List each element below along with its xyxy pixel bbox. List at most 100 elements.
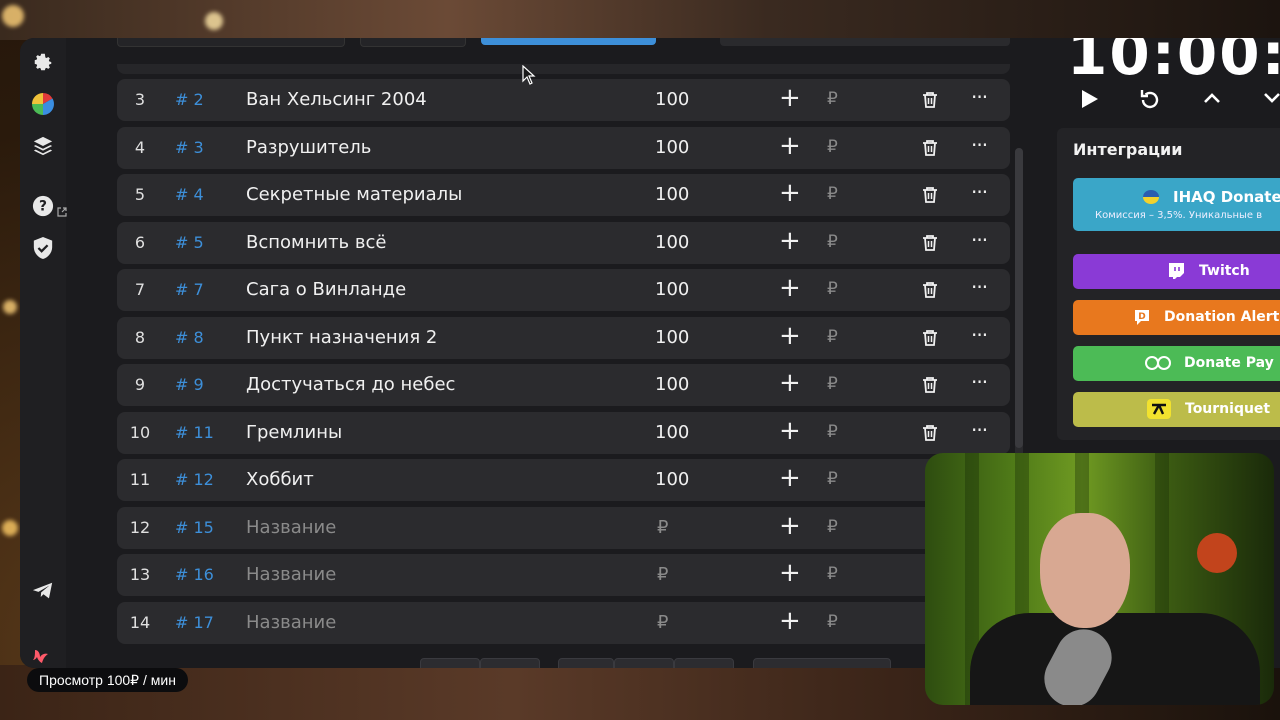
currency-input[interactable]: ₽ <box>827 279 838 299</box>
pie-chart-icon[interactable] <box>30 91 56 117</box>
bottom-toolbar-button[interactable] <box>753 658 891 668</box>
more-options-icon[interactable]: ··· <box>971 180 988 204</box>
integration-donate-pay[interactable]: Donate Pay <box>1073 346 1280 381</box>
add-amount-button[interactable]: + <box>779 228 801 254</box>
toolbar-field[interactable] <box>117 38 345 47</box>
add-amount-button[interactable]: + <box>779 418 801 444</box>
currency-input[interactable]: ₽ <box>827 374 838 394</box>
lot-amount-placeholder[interactable]: ₽ <box>657 564 668 585</box>
bottom-toolbar-button[interactable] <box>614 658 674 668</box>
currency-input[interactable]: ₽ <box>827 564 838 584</box>
shield-check-icon[interactable] <box>30 235 56 261</box>
lot-title[interactable]: Гремлины <box>246 422 342 443</box>
lot-title[interactable]: Ван Хельсинг 2004 <box>246 89 427 110</box>
gear-icon[interactable] <box>30 49 56 75</box>
currency-input[interactable]: ₽ <box>827 184 838 204</box>
trash-icon[interactable] <box>921 234 939 252</box>
add-amount-button[interactable]: + <box>779 275 801 301</box>
lot-amount[interactable]: 100 <box>655 279 689 300</box>
lot-title[interactable]: Достучаться до небес <box>246 374 455 395</box>
integration-ihaq-donate[interactable]: IHAQ Donate Комиссия – 3,5%. Уникальные … <box>1073 178 1280 231</box>
currency-input[interactable]: ₽ <box>827 469 838 489</box>
add-amount-button[interactable]: + <box>779 85 801 111</box>
lot-row: 10 # 11 Гремлины 100 + ₽ ··· <box>117 411 1010 454</box>
lot-amount[interactable]: 100 <box>655 469 689 490</box>
currency-input[interactable]: ₽ <box>827 612 838 632</box>
trash-icon[interactable] <box>921 281 939 299</box>
chevron-down-icon[interactable] <box>1262 88 1280 114</box>
lot-title[interactable]: Вспомнить всё <box>246 232 386 253</box>
more-options-icon[interactable]: ··· <box>971 228 988 252</box>
lot-amount-placeholder[interactable]: ₽ <box>657 612 668 633</box>
bottom-toolbar-button[interactable] <box>558 658 614 668</box>
lot-amount[interactable]: 100 <box>655 232 689 253</box>
lot-amount[interactable]: 100 <box>655 184 689 205</box>
trash-icon[interactable] <box>921 91 939 109</box>
integration-twitch[interactable]: Twitch <box>1073 254 1280 289</box>
lot-title[interactable]: Секретные материалы <box>246 184 462 205</box>
add-amount-button[interactable]: + <box>779 608 801 634</box>
more-options-icon[interactable]: ··· <box>971 370 988 394</box>
lot-amount-placeholder[interactable]: ₽ <box>657 517 668 538</box>
toolbar-primary-button[interactable] <box>481 38 656 45</box>
add-amount-button[interactable]: + <box>779 370 801 396</box>
more-options-icon[interactable]: ··· <box>971 275 988 299</box>
scrollbar-thumb[interactable] <box>1015 148 1023 448</box>
lot-amount[interactable]: 100 <box>655 137 689 158</box>
more-options-icon[interactable]: ··· <box>971 85 988 109</box>
lot-title[interactable]: Название <box>246 564 336 585</box>
lot-id: # 12 <box>175 470 214 489</box>
lot-amount[interactable]: 100 <box>655 374 689 395</box>
more-options-icon[interactable]: ··· <box>971 133 988 157</box>
currency-input[interactable]: ₽ <box>827 89 838 109</box>
lot-title[interactable]: Название <box>246 612 336 633</box>
bottom-toolbar-button[interactable] <box>674 658 734 668</box>
help-icon[interactable]: ? <box>30 193 56 219</box>
lot-title[interactable]: Пункт назначения 2 <box>246 327 437 348</box>
play-icon[interactable] <box>1080 88 1100 116</box>
currency-input[interactable]: ₽ <box>827 327 838 347</box>
integration-donation-alerts[interactable]: D Donation Alerts <box>1073 300 1280 335</box>
trash-icon[interactable] <box>921 329 939 347</box>
lot-title[interactable]: Хоббит <box>246 469 314 490</box>
integration-tourniquet[interactable]: Tourniquet <box>1073 392 1280 427</box>
external-link-icon[interactable] <box>56 206 68 218</box>
bottom-toolbar-button[interactable] <box>480 658 540 668</box>
add-amount-button[interactable]: + <box>779 323 801 349</box>
trash-icon[interactable] <box>921 376 939 394</box>
add-amount-button[interactable]: + <box>779 133 801 159</box>
trash-icon[interactable] <box>921 424 939 442</box>
lot-position: 10 <box>129 422 151 442</box>
layers-icon[interactable] <box>30 133 56 159</box>
lot-title[interactable]: Разрушитель <box>246 137 371 158</box>
lot-amount[interactable]: 100 <box>655 89 689 110</box>
telegram-icon[interactable] <box>30 578 56 604</box>
lot-amount[interactable]: 100 <box>655 422 689 443</box>
toolbar-field[interactable] <box>720 38 1010 46</box>
more-options-icon[interactable]: ··· <box>971 418 988 442</box>
currency-input[interactable]: ₽ <box>827 137 838 157</box>
lot-title[interactable]: Название <box>246 517 336 538</box>
trash-icon[interactable] <box>921 186 939 204</box>
lot-position: 8 <box>134 327 146 347</box>
bottom-toolbar-button[interactable] <box>420 658 480 668</box>
add-amount-button[interactable]: + <box>779 180 801 206</box>
svg-text:D: D <box>1138 312 1145 322</box>
add-amount-button[interactable]: + <box>779 513 801 539</box>
currency-input[interactable]: ₽ <box>827 422 838 442</box>
list-toolbar <box>117 38 1010 74</box>
lot-amount[interactable]: 100 <box>655 327 689 348</box>
add-amount-button[interactable]: + <box>779 560 801 586</box>
lot-title[interactable]: Сага о Винланде <box>246 279 406 300</box>
reset-icon[interactable] <box>1138 88 1162 118</box>
currency-input[interactable]: ₽ <box>827 517 838 537</box>
add-amount-button[interactable]: + <box>779 465 801 491</box>
more-options-icon[interactable]: ··· <box>971 323 988 347</box>
chevron-up-icon[interactable] <box>1202 88 1222 114</box>
lot-id: # 8 <box>175 327 204 347</box>
lot-position: 3 <box>134 90 146 109</box>
trash-icon[interactable] <box>921 139 939 157</box>
currency-input[interactable]: ₽ <box>827 232 838 252</box>
lot-position: 12 <box>129 517 151 537</box>
toolbar-field[interactable] <box>360 38 466 47</box>
